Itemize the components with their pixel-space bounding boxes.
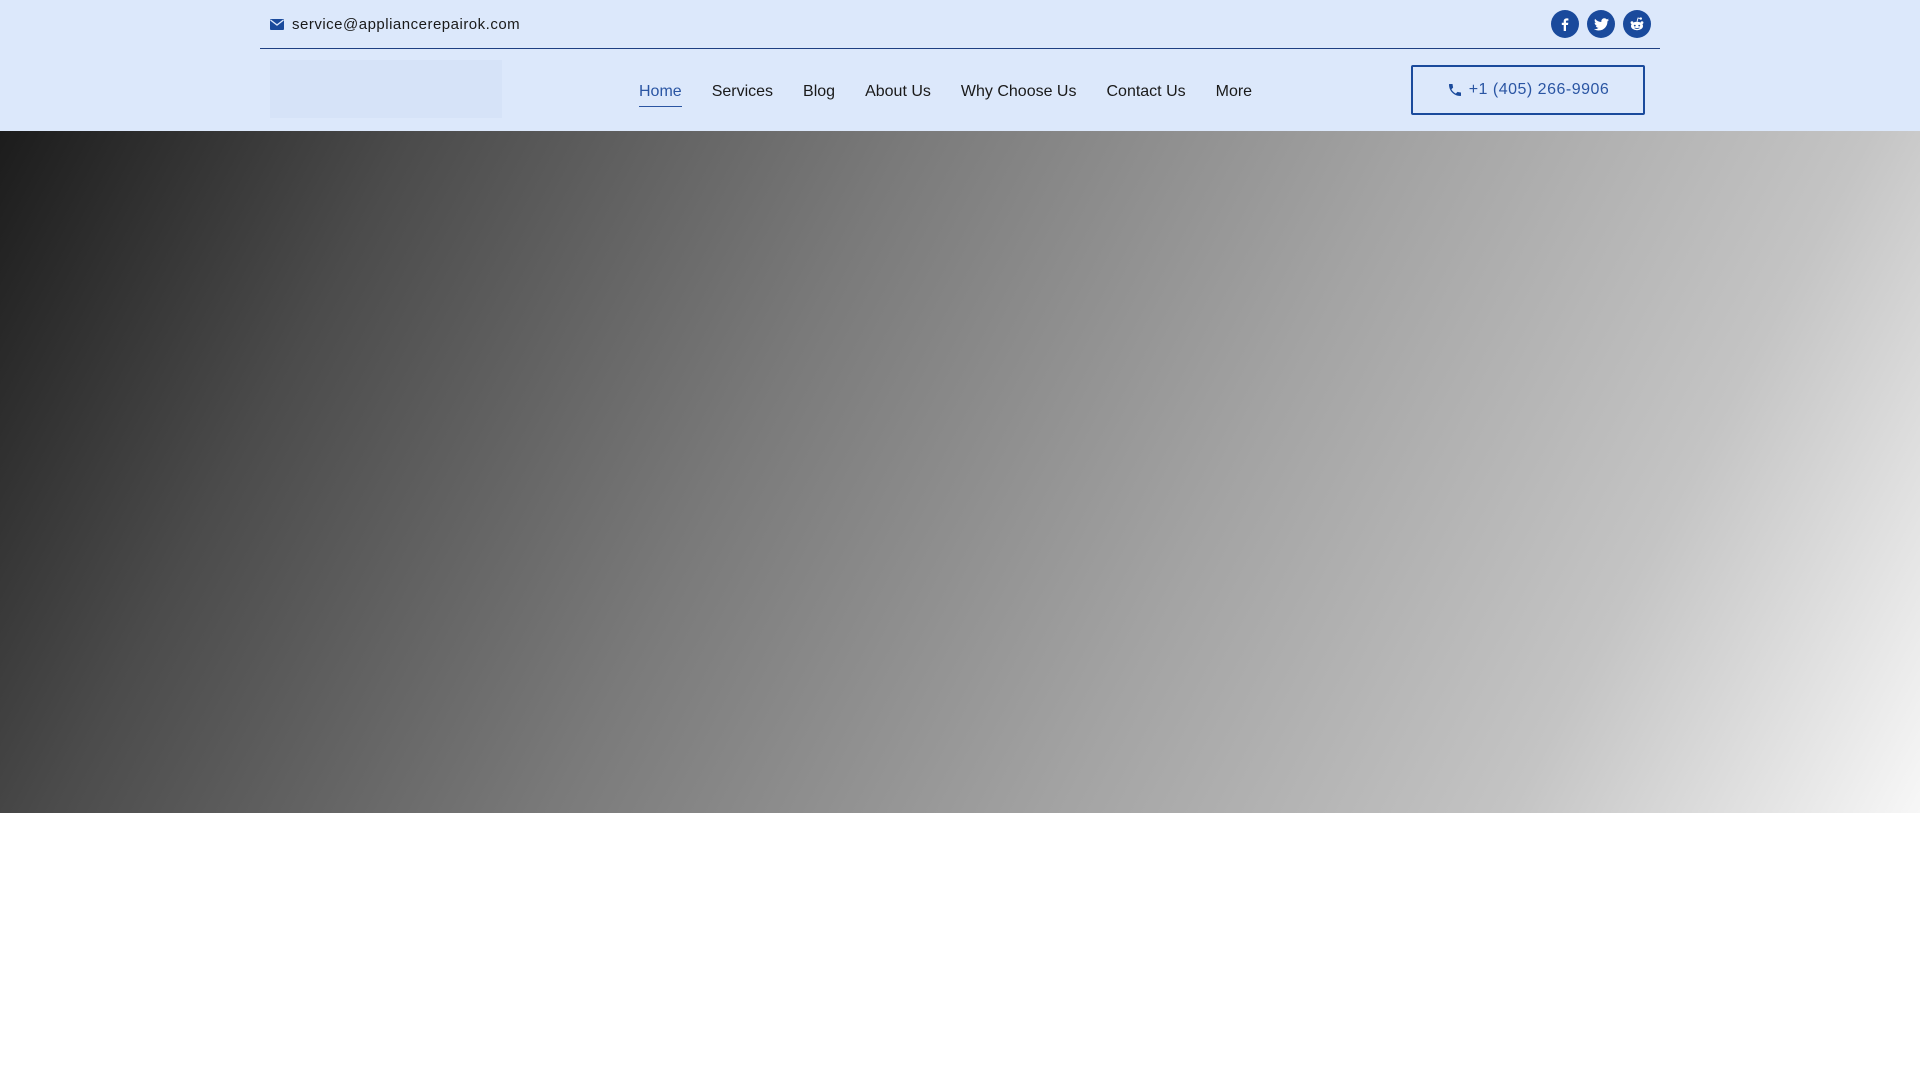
nav-item-blog[interactable]: Blog [803, 83, 835, 107]
phone-icon [1447, 82, 1463, 98]
twitter-icon[interactable] [1587, 10, 1615, 38]
social-links [1551, 10, 1651, 38]
main-nav: Home Services Blog About Us Why Choose U… [639, 80, 1252, 107]
nav-item-more[interactable]: More [1216, 83, 1252, 107]
site-header: service@appliancerepairok.com Home Servi… [0, 0, 1920, 131]
email-link[interactable]: service@appliancerepairok.com [270, 14, 520, 34]
reddit-icon[interactable] [1623, 10, 1651, 38]
email-text: service@appliancerepairok.com [292, 15, 521, 33]
envelope-icon [270, 18, 284, 30]
nav-item-contact-us[interactable]: Contact Us [1106, 83, 1185, 107]
nav-item-why-choose-us[interactable]: Why Choose Us [961, 83, 1077, 107]
site-logo[interactable] [270, 60, 502, 118]
top-bar: service@appliancerepairok.com [260, 0, 1660, 49]
nav-item-about-us[interactable]: About Us [865, 83, 931, 107]
call-button[interactable]: +1 (405) 266-9906 [1411, 65, 1645, 115]
hero-banner [0, 131, 1920, 813]
nav-item-home[interactable]: Home [639, 83, 682, 107]
nav-item-services[interactable]: Services [712, 83, 773, 107]
facebook-icon[interactable] [1551, 10, 1579, 38]
phone-number: +1 (405) 266-9906 [1468, 81, 1610, 98]
